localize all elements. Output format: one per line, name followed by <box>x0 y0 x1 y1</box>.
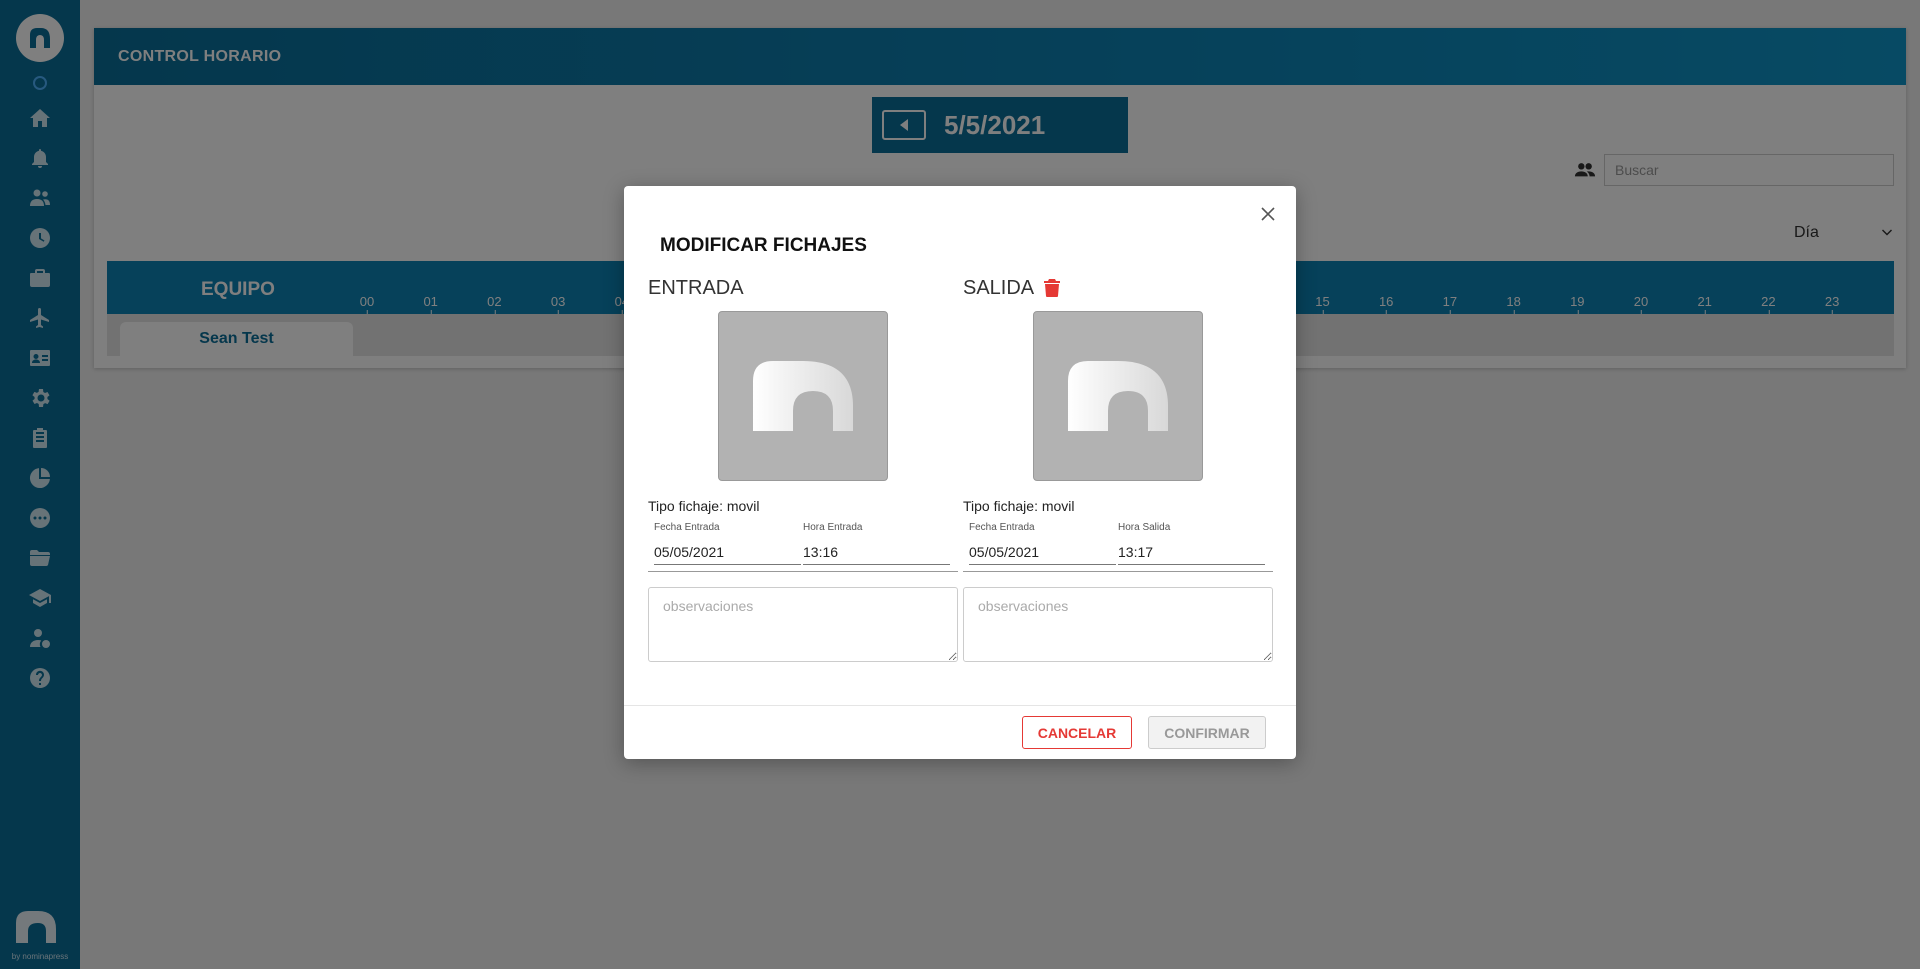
close-button[interactable] <box>1258 204 1278 224</box>
trash-icon <box>1044 279 1061 297</box>
entrada-clocking-type: Tipo fichaje: movil <box>648 498 760 514</box>
delete-salida-button[interactable] <box>1044 279 1061 297</box>
salida-date-value[interactable]: 05/05/2021 <box>969 544 1116 565</box>
entrada-time-label: Hora Entrada <box>803 522 863 533</box>
entrada-date-label: Fecha Entrada <box>654 522 720 533</box>
salida-photo <box>1033 311 1203 481</box>
entrada-title: ENTRADA <box>648 276 958 300</box>
photo-placeholder-icon <box>1068 361 1168 431</box>
entrada-time-field[interactable]: Hora Entrada 13:16 <box>803 522 950 565</box>
close-icon <box>1261 207 1275 221</box>
salida-title: SALIDA <box>963 276 1273 300</box>
cancel-button[interactable]: CANCELAR <box>1022 716 1132 749</box>
salida-date-label: Fecha Entrada <box>969 522 1035 533</box>
salida-title-text: SALIDA <box>963 276 1035 299</box>
salida-clocking-type: Tipo fichaje: movil <box>963 498 1075 514</box>
salida-fields: Fecha Entrada 05/05/2021 Hora Salida 13:… <box>963 522 1273 572</box>
salida-time-field[interactable]: Hora Salida 13:17 <box>1118 522 1265 565</box>
edit-clockings-modal: MODIFICAR FICHAJES ENTRADA Tipo fichaje:… <box>624 186 1296 759</box>
entrada-observations-input[interactable] <box>648 587 958 662</box>
photo-placeholder-icon <box>753 361 853 431</box>
entrada-photo <box>718 311 888 481</box>
entrada-section: ENTRADA Tipo fichaje: movil Fecha Entrad… <box>648 276 958 667</box>
entrada-title-text: ENTRADA <box>648 276 744 299</box>
modal-footer: CANCELAR CONFIRMAR <box>624 705 1296 759</box>
entrada-time-value[interactable]: 13:16 <box>803 544 950 565</box>
entrada-fields: Fecha Entrada 05/05/2021 Hora Entrada 13… <box>648 522 958 572</box>
modal-title: MODIFICAR FICHAJES <box>660 235 867 256</box>
entrada-date-value[interactable]: 05/05/2021 <box>654 544 801 565</box>
salida-date-field[interactable]: Fecha Entrada 05/05/2021 <box>969 522 1116 565</box>
salida-time-value[interactable]: 13:17 <box>1118 544 1265 565</box>
salida-time-label: Hora Salida <box>1118 522 1171 533</box>
salida-section: SALIDA Tipo fichaje: movil Fecha Entrada… <box>963 276 1273 667</box>
salida-observations-input[interactable] <box>963 587 1273 662</box>
confirm-button[interactable]: CONFIRMAR <box>1148 716 1266 749</box>
entrada-date-field[interactable]: Fecha Entrada 05/05/2021 <box>654 522 801 565</box>
